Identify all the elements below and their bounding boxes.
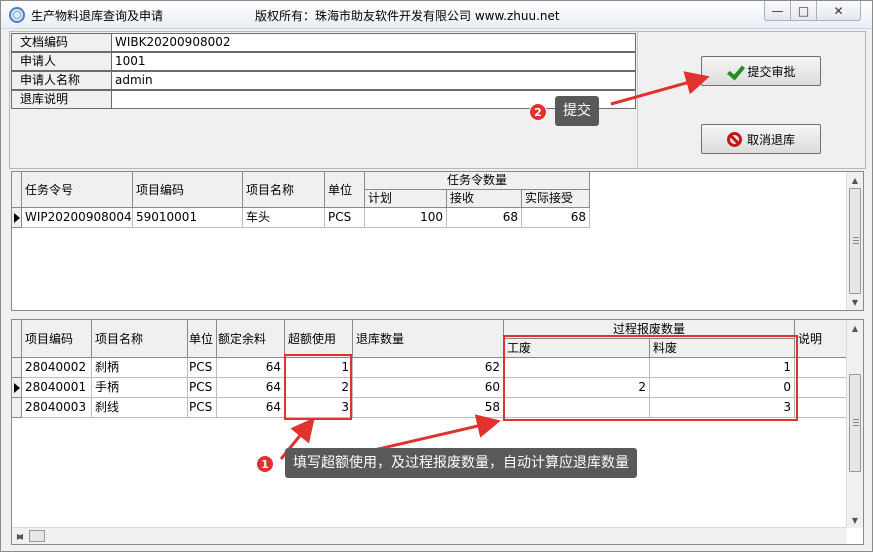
item-code-cell[interactable]: 59010001 bbox=[133, 208, 243, 228]
col-group-task-qty: 任务令数量 bbox=[365, 172, 590, 190]
return-qty-cell[interactable]: 58 bbox=[353, 398, 504, 418]
cancel-return-button[interactable]: 取消退库 bbox=[701, 124, 821, 154]
panel-divider bbox=[637, 31, 638, 169]
note-cell[interactable] bbox=[795, 358, 847, 378]
form-row-applicant-name: 申请人名称 admin bbox=[11, 71, 636, 90]
item-name-cell[interactable]: 刹柄 bbox=[92, 358, 188, 378]
no-entry-icon bbox=[726, 131, 742, 147]
return-qty-cell[interactable]: 62 bbox=[353, 358, 504, 378]
scroll-thumb[interactable] bbox=[849, 188, 861, 294]
item-name-cell[interactable]: 车头 bbox=[243, 208, 325, 228]
col-header-task-no[interactable]: 任务令号 bbox=[22, 172, 133, 208]
grip-line bbox=[853, 237, 859, 238]
plan-cell[interactable]: 100 bbox=[365, 208, 447, 228]
task-no-cell[interactable]: WIP20200908004 bbox=[22, 208, 133, 228]
col-header-unit[interactable]: 单位 bbox=[188, 320, 217, 358]
row-indicator bbox=[12, 358, 22, 378]
return-qty-cell[interactable]: 60 bbox=[353, 378, 504, 398]
applicant-name-field[interactable]: admin bbox=[112, 72, 635, 89]
item-name-cell[interactable]: 手柄 bbox=[92, 378, 188, 398]
close-icon: ✕ bbox=[833, 3, 844, 18]
step2-badge: 2 bbox=[529, 103, 547, 121]
quota-remain-cell[interactable]: 64 bbox=[217, 358, 285, 378]
form-label: 申请人名称 bbox=[12, 72, 112, 89]
title-bar: 生产物料退库查询及申请 版权所有：珠海市助友软件开发有限公司 www.zhuu.… bbox=[1, 1, 872, 29]
row-indicator-arrow bbox=[12, 378, 22, 398]
grip-line bbox=[853, 243, 859, 244]
col-header-return-qty[interactable]: 退库数量 bbox=[353, 320, 504, 358]
col-header-quota-remain[interactable]: 额定余料 bbox=[217, 320, 285, 358]
row-indicator-arrow bbox=[12, 208, 22, 228]
form-label: 退库说明 bbox=[12, 91, 112, 108]
col-header-received[interactable]: 接收 bbox=[447, 190, 522, 208]
app-icon bbox=[9, 7, 25, 23]
col-header-unit[interactable]: 单位 bbox=[325, 172, 365, 208]
doc-code-field[interactable]: WIBK20200908002 bbox=[112, 34, 635, 51]
form-label: 申请人 bbox=[12, 53, 112, 70]
quota-remain-cell[interactable]: 64 bbox=[217, 378, 285, 398]
close-button[interactable]: ✕ bbox=[816, 1, 861, 21]
quota-remain-cell[interactable]: 64 bbox=[217, 398, 285, 418]
unit-cell[interactable]: PCS bbox=[325, 208, 365, 228]
scroll-up-icon[interactable]: ▲ bbox=[847, 320, 863, 336]
main-window: 生产物料退库查询及申请 版权所有：珠海市助友软件开发有限公司 www.zhuu.… bbox=[0, 0, 873, 552]
scroll-up-icon[interactable]: ▲ bbox=[847, 172, 863, 188]
minimize-button[interactable]: — bbox=[764, 1, 791, 21]
window-title: 生产物料退库查询及申请 bbox=[31, 9, 164, 23]
grip-line bbox=[853, 422, 859, 423]
form-label: 文档编码 bbox=[12, 34, 112, 51]
task-order-grid: 任务令号 项目编码 项目名称 单位 任务令数量 计划 接收 实际接受 WIP20… bbox=[11, 171, 864, 311]
col-header-note[interactable]: 说明 bbox=[795, 320, 847, 358]
col-header-plan[interactable]: 计划 bbox=[365, 190, 447, 208]
callout-step1: 填写超额使用，及过程报废数量，自动计算应退库数量 bbox=[285, 448, 637, 478]
scroll-down-icon[interactable]: ▼ bbox=[847, 512, 863, 528]
item-name-cell[interactable]: 刹线 bbox=[92, 398, 188, 418]
item-code-cell[interactable]: 28040001 bbox=[22, 378, 92, 398]
material-grid-vertical-scrollbar[interactable]: ▲ ▼ bbox=[846, 320, 863, 528]
unit-cell[interactable]: PCS bbox=[188, 398, 217, 418]
col-header-item-code[interactable]: 项目编码 bbox=[22, 320, 92, 358]
form-row-applicant: 申请人 1001 bbox=[11, 52, 636, 71]
unit-cell[interactable]: PCS bbox=[188, 378, 217, 398]
grip-line bbox=[853, 240, 859, 241]
form-row-doc-code: 文档编码 WIBK20200908002 bbox=[11, 33, 636, 52]
check-icon bbox=[726, 63, 742, 79]
maximize-icon: □ bbox=[797, 3, 810, 18]
highlight-overuse-column bbox=[284, 354, 352, 420]
col-header-overuse[interactable]: 超额使用 bbox=[285, 320, 353, 358]
col-header-accepted[interactable]: 实际接受 bbox=[522, 190, 590, 208]
task-grid-vertical-scrollbar[interactable]: ▲ ▼ bbox=[846, 172, 863, 310]
submit-approval-button[interactable]: 提交审批 bbox=[701, 56, 821, 86]
grid-corner bbox=[12, 172, 22, 208]
item-code-cell[interactable]: 28040002 bbox=[22, 358, 92, 378]
note-cell[interactable] bbox=[795, 398, 847, 418]
submit-approval-label: 提交审批 bbox=[747, 64, 796, 79]
col-header-item-code[interactable]: 项目编码 bbox=[133, 172, 243, 208]
accepted-cell[interactable]: 68 bbox=[522, 208, 590, 228]
grid-corner bbox=[12, 320, 22, 358]
callout-step2: 提交 bbox=[555, 96, 599, 126]
maximize-button[interactable]: □ bbox=[790, 1, 817, 21]
grip-line bbox=[853, 425, 859, 426]
step1-badge: 1 bbox=[256, 455, 274, 473]
highlight-scrap-columns bbox=[503, 335, 798, 421]
row-indicator bbox=[12, 398, 22, 418]
minimize-icon: — bbox=[771, 3, 784, 18]
col-header-item-name[interactable]: 项目名称 bbox=[92, 320, 188, 358]
applicant-field[interactable]: 1001 bbox=[112, 53, 635, 70]
note-cell[interactable] bbox=[795, 378, 847, 398]
scroll-down-icon[interactable]: ▼ bbox=[847, 294, 863, 310]
item-code-cell[interactable]: 28040003 bbox=[22, 398, 92, 418]
scroll-thumb[interactable] bbox=[849, 374, 861, 472]
received-cell[interactable]: 68 bbox=[447, 208, 522, 228]
scroll-right-icon[interactable]: ▶ bbox=[12, 528, 28, 544]
col-header-item-name[interactable]: 项目名称 bbox=[243, 172, 325, 208]
material-grid-horizontal-scrollbar[interactable]: ◀ ▶ bbox=[12, 527, 847, 544]
unit-cell[interactable]: PCS bbox=[188, 358, 217, 378]
scroll-thumb[interactable] bbox=[29, 530, 45, 542]
copyright-text: 版权所有：珠海市助友软件开发有限公司 www.zhuu.net bbox=[255, 9, 560, 23]
cancel-return-label: 取消退库 bbox=[746, 132, 795, 147]
grip-line bbox=[853, 419, 859, 420]
